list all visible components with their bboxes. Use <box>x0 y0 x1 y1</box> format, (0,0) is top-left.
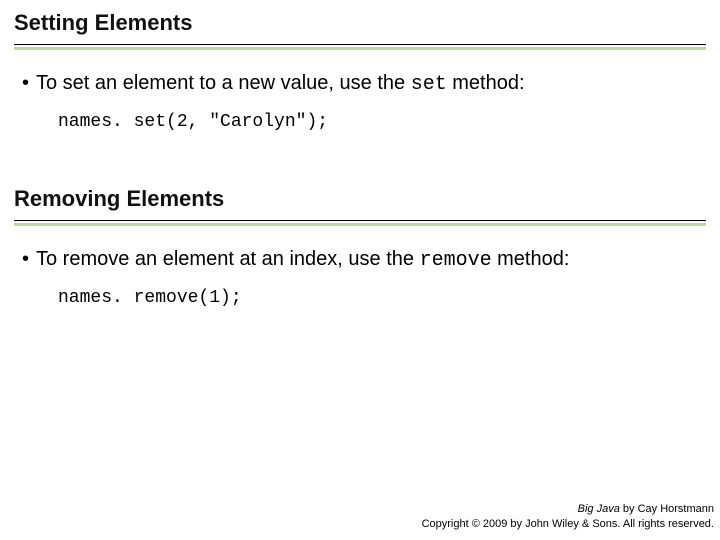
heading-removing-elements: Removing Elements <box>14 186 706 218</box>
heading-rule-2 <box>14 220 706 226</box>
rule-green <box>14 47 706 50</box>
bullet-set: •To set an element to a new value, use t… <box>14 70 706 98</box>
bullet-dot: • <box>22 70 36 97</box>
rule-green-2 <box>14 223 706 226</box>
bullet-set-code: set <box>411 73 447 96</box>
footer-copyright: Copyright © 2009 by John Wiley & Sons. A… <box>422 517 714 532</box>
rule-dark <box>14 44 706 45</box>
bullet-remove: •To remove an element at an index, use t… <box>14 246 706 274</box>
heading-rule <box>14 44 706 50</box>
footer: Big Java by Cay Horstmann Copyright © 20… <box>422 502 714 532</box>
heading-setting-elements: Setting Elements <box>14 10 706 42</box>
bullet-remove-code: remove <box>420 249 492 272</box>
bullet-remove-pre: To remove an element at an index, use th… <box>36 248 420 270</box>
code-remove: names. remove(1); <box>58 288 706 308</box>
bullet-dot-2: • <box>22 246 36 273</box>
footer-line1: Big Java by Cay Horstmann <box>422 502 714 517</box>
rule-dark-2 <box>14 220 706 221</box>
code-set: names. set(2, "Carolyn"); <box>58 112 706 132</box>
footer-title: Big Java <box>578 503 620 515</box>
footer-byline: by Cay Horstmann <box>620 503 714 515</box>
slide: Setting Elements •To set an element to a… <box>0 0 720 540</box>
bullet-remove-post: method: <box>492 248 570 270</box>
bullet-set-pre: To set an element to a new value, use th… <box>36 72 411 94</box>
section-removing: Removing Elements •To remove an element … <box>14 186 706 308</box>
bullet-set-post: method: <box>447 72 525 94</box>
